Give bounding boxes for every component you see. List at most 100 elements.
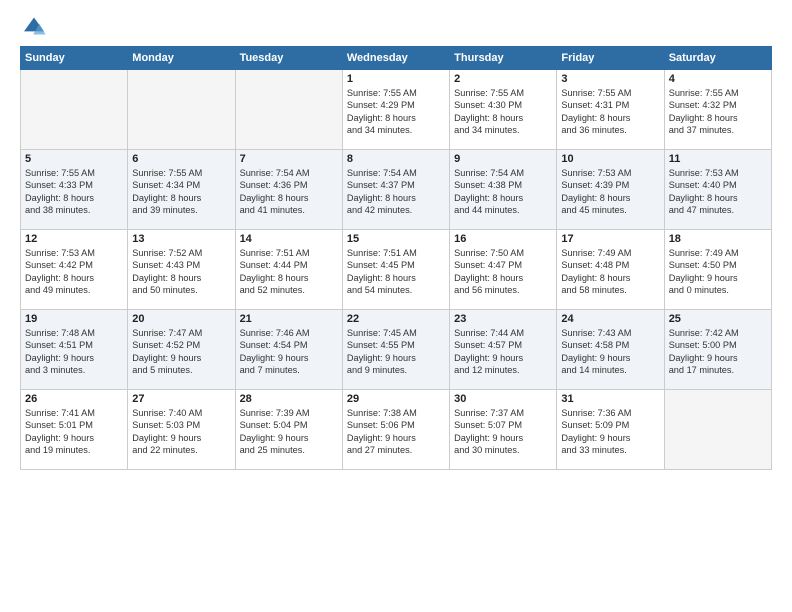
day-info: Sunrise: 7:36 AM Sunset: 5:09 PM Dayligh… — [561, 407, 659, 457]
day-number: 30 — [454, 393, 552, 405]
day-info: Sunrise: 7:55 AM Sunset: 4:29 PM Dayligh… — [347, 87, 445, 137]
day-info: Sunrise: 7:55 AM Sunset: 4:34 PM Dayligh… — [132, 167, 230, 217]
day-number: 10 — [561, 153, 659, 165]
col-header-friday: Friday — [557, 47, 664, 70]
day-info: Sunrise: 7:52 AM Sunset: 4:43 PM Dayligh… — [132, 247, 230, 297]
day-info: Sunrise: 7:55 AM Sunset: 4:30 PM Dayligh… — [454, 87, 552, 137]
col-header-thursday: Thursday — [450, 47, 557, 70]
day-number: 28 — [240, 393, 338, 405]
day-number: 5 — [25, 153, 123, 165]
day-info: Sunrise: 7:37 AM Sunset: 5:07 PM Dayligh… — [454, 407, 552, 457]
day-number: 7 — [240, 153, 338, 165]
calendar-cell: 3 Sunrise: 7:55 AM Sunset: 4:31 PM Daylig… — [557, 70, 664, 150]
calendar-cell: 17 Sunrise: 7:49 AM Sunset: 4:48 PM Dayli… — [557, 230, 664, 310]
day-number: 20 — [132, 313, 230, 325]
day-info: Sunrise: 7:40 AM Sunset: 5:03 PM Dayligh… — [132, 407, 230, 457]
calendar-cell: 15 Sunrise: 7:51 AM Sunset: 4:45 PM Dayli… — [342, 230, 449, 310]
day-info: Sunrise: 7:53 AM Sunset: 4:39 PM Dayligh… — [561, 167, 659, 217]
calendar-table: SundayMondayTuesdayWednesdayThursdayFrid… — [20, 46, 772, 470]
day-info: Sunrise: 7:43 AM Sunset: 4:58 PM Dayligh… — [561, 327, 659, 377]
calendar-cell: 27Sunrise: 7:40 AM Sunset: 5:03 PM Dayli… — [128, 390, 235, 470]
calendar-cell: 2 Sunrise: 7:55 AM Sunset: 4:30 PM Daylig… — [450, 70, 557, 150]
calendar-cell: 20Sunrise: 7:47 AM Sunset: 4:52 PM Dayli… — [128, 310, 235, 390]
day-info: Sunrise: 7:44 AM Sunset: 4:57 PM Dayligh… — [454, 327, 552, 377]
logo-icon — [22, 16, 46, 36]
page-header — [20, 16, 772, 36]
day-info: Sunrise: 7:48 AM Sunset: 4:51 PM Dayligh… — [25, 327, 123, 377]
calendar-cell: 18 Sunrise: 7:49 AM Sunset: 4:50 PM Dayli… — [664, 230, 771, 310]
day-info: Sunrise: 7:46 AM Sunset: 4:54 PM Dayligh… — [240, 327, 338, 377]
day-info: Sunrise: 7:53 AM Sunset: 4:42 PM Dayligh… — [25, 247, 123, 297]
day-number: 3 — [561, 73, 659, 85]
calendar-cell — [664, 390, 771, 470]
day-number: 29 — [347, 393, 445, 405]
calendar-cell: 5 Sunrise: 7:55 AM Sunset: 4:33 PM Daylig… — [21, 150, 128, 230]
calendar-cell: 10 Sunrise: 7:53 AM Sunset: 4:39 PM Dayli… — [557, 150, 664, 230]
day-number: 23 — [454, 313, 552, 325]
day-info: Sunrise: 7:41 AM Sunset: 5:01 PM Dayligh… — [25, 407, 123, 457]
calendar-week-row: 19 Sunrise: 7:48 AM Sunset: 4:51 PM Dayli… — [21, 310, 772, 390]
day-number: 21 — [240, 313, 338, 325]
day-number: 9 — [454, 153, 552, 165]
col-header-tuesday: Tuesday — [235, 47, 342, 70]
day-number: 22 — [347, 313, 445, 325]
calendar-cell: 16Sunrise: 7:50 AM Sunset: 4:47 PM Dayli… — [450, 230, 557, 310]
day-number: 25 — [669, 313, 767, 325]
calendar-cell: 13Sunrise: 7:52 AM Sunset: 4:43 PM Dayli… — [128, 230, 235, 310]
calendar-week-row: 5 Sunrise: 7:55 AM Sunset: 4:33 PM Daylig… — [21, 150, 772, 230]
calendar-cell: 6 Sunrise: 7:55 AM Sunset: 4:34 PM Daylig… — [128, 150, 235, 230]
calendar-cell: 14 Sunrise: 7:51 AM Sunset: 4:44 PM Dayli… — [235, 230, 342, 310]
day-number: 24 — [561, 313, 659, 325]
calendar-cell — [21, 70, 128, 150]
day-number: 19 — [25, 313, 123, 325]
day-info: Sunrise: 7:42 AM Sunset: 5:00 PM Dayligh… — [669, 327, 767, 377]
day-info: Sunrise: 7:55 AM Sunset: 4:31 PM Dayligh… — [561, 87, 659, 137]
calendar-cell: 21 Sunrise: 7:46 AM Sunset: 4:54 PM Dayli… — [235, 310, 342, 390]
day-number: 26 — [25, 393, 123, 405]
day-number: 12 — [25, 233, 123, 245]
day-info: Sunrise: 7:39 AM Sunset: 5:04 PM Dayligh… — [240, 407, 338, 457]
col-header-wednesday: Wednesday — [342, 47, 449, 70]
day-info: Sunrise: 7:54 AM Sunset: 4:37 PM Dayligh… — [347, 167, 445, 217]
calendar-page: SundayMondayTuesdayWednesdayThursdayFrid… — [0, 0, 792, 612]
calendar-cell: 24 Sunrise: 7:43 AM Sunset: 4:58 PM Dayli… — [557, 310, 664, 390]
day-number: 6 — [132, 153, 230, 165]
day-info: Sunrise: 7:51 AM Sunset: 4:44 PM Dayligh… — [240, 247, 338, 297]
calendar-cell: 11Sunrise: 7:53 AM Sunset: 4:40 PM Dayli… — [664, 150, 771, 230]
calendar-cell: 12 Sunrise: 7:53 AM Sunset: 4:42 PM Dayli… — [21, 230, 128, 310]
calendar-cell: 26 Sunrise: 7:41 AM Sunset: 5:01 PM Dayli… — [21, 390, 128, 470]
day-number: 14 — [240, 233, 338, 245]
day-info: Sunrise: 7:54 AM Sunset: 4:38 PM Dayligh… — [454, 167, 552, 217]
calendar-header-row: SundayMondayTuesdayWednesdayThursdayFrid… — [21, 47, 772, 70]
day-info: Sunrise: 7:45 AM Sunset: 4:55 PM Dayligh… — [347, 327, 445, 377]
day-number: 17 — [561, 233, 659, 245]
calendar-cell: 25 Sunrise: 7:42 AM Sunset: 5:00 PM Dayli… — [664, 310, 771, 390]
logo — [20, 16, 46, 36]
day-info: Sunrise: 7:55 AM Sunset: 4:32 PM Dayligh… — [669, 87, 767, 137]
day-info: Sunrise: 7:49 AM Sunset: 4:48 PM Dayligh… — [561, 247, 659, 297]
calendar-cell: 30 Sunrise: 7:37 AM Sunset: 5:07 PM Dayli… — [450, 390, 557, 470]
calendar-week-row: 1Sunrise: 7:55 AM Sunset: 4:29 PM Daylig… — [21, 70, 772, 150]
calendar-cell: 8 Sunrise: 7:54 AM Sunset: 4:37 PM Daylig… — [342, 150, 449, 230]
day-info: Sunrise: 7:51 AM Sunset: 4:45 PM Dayligh… — [347, 247, 445, 297]
day-number: 8 — [347, 153, 445, 165]
calendar-cell: 19 Sunrise: 7:48 AM Sunset: 4:51 PM Dayli… — [21, 310, 128, 390]
calendar-cell: 22 Sunrise: 7:45 AM Sunset: 4:55 PM Dayli… — [342, 310, 449, 390]
calendar-cell: 31 Sunrise: 7:36 AM Sunset: 5:09 PM Dayli… — [557, 390, 664, 470]
col-header-monday: Monday — [128, 47, 235, 70]
day-number: 31 — [561, 393, 659, 405]
col-header-saturday: Saturday — [664, 47, 771, 70]
calendar-cell — [128, 70, 235, 150]
calendar-week-row: 26 Sunrise: 7:41 AM Sunset: 5:01 PM Dayli… — [21, 390, 772, 470]
day-number: 2 — [454, 73, 552, 85]
day-number: 18 — [669, 233, 767, 245]
day-number: 4 — [669, 73, 767, 85]
calendar-week-row: 12 Sunrise: 7:53 AM Sunset: 4:42 PM Dayli… — [21, 230, 772, 310]
day-info: Sunrise: 7:50 AM Sunset: 4:47 PM Dayligh… — [454, 247, 552, 297]
day-number: 15 — [347, 233, 445, 245]
calendar-cell: 9 Sunrise: 7:54 AM Sunset: 4:38 PM Daylig… — [450, 150, 557, 230]
day-info: Sunrise: 7:49 AM Sunset: 4:50 PM Dayligh… — [669, 247, 767, 297]
day-info: Sunrise: 7:55 AM Sunset: 4:33 PM Dayligh… — [25, 167, 123, 217]
calendar-cell: 23 Sunrise: 7:44 AM Sunset: 4:57 PM Dayli… — [450, 310, 557, 390]
col-header-sunday: Sunday — [21, 47, 128, 70]
